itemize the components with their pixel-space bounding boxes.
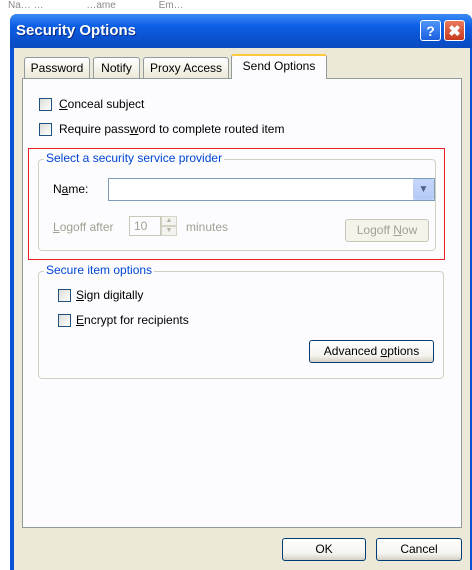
- cancel-button[interactable]: Cancel: [376, 538, 462, 561]
- background-text: …ame: [86, 0, 116, 11]
- background-text: Em…: [158, 0, 184, 11]
- tab-notify[interactable]: Notify: [93, 57, 140, 78]
- encrypt-for-recipients-checkbox[interactable]: [58, 314, 71, 327]
- ok-button[interactable]: OK: [282, 538, 366, 561]
- background-window-fragment: Na… … …ame Em…: [8, 0, 268, 14]
- tab-proxy-access[interactable]: Proxy Access: [143, 57, 229, 78]
- help-button[interactable]: ?: [420, 20, 441, 41]
- tab-send-options[interactable]: Send Options: [231, 54, 327, 79]
- tab-label: Proxy Access: [149, 61, 223, 75]
- dialog-title: Security Options: [16, 22, 137, 39]
- tab-label: Notify: [101, 61, 132, 75]
- tab-password[interactable]: Password: [24, 57, 90, 78]
- tab-label: Password: [30, 61, 84, 75]
- advanced-options-button[interactable]: Advanced options: [309, 340, 434, 363]
- secure-item-options-legend: Secure item options: [44, 263, 155, 277]
- highlight-box: [28, 148, 445, 260]
- close-icon: ✖: [448, 23, 461, 40]
- conceal-subject-checkbox[interactable]: [39, 98, 52, 111]
- conceal-subject-label[interactable]: Conceal subject: [59, 97, 144, 111]
- require-password-label[interactable]: Require password to complete routed item: [59, 122, 284, 136]
- require-password-checkbox[interactable]: [39, 123, 52, 136]
- close-button[interactable]: ✖: [444, 20, 465, 41]
- background-text: Na… …: [8, 0, 44, 11]
- tab-label: Send Options: [242, 59, 316, 73]
- help-icon: ?: [426, 23, 435, 39]
- encrypt-for-recipients-label[interactable]: Encrypt for recipients: [76, 313, 189, 327]
- sign-digitally-checkbox[interactable]: [58, 289, 71, 302]
- sign-digitally-label[interactable]: Sign digitally: [76, 288, 143, 302]
